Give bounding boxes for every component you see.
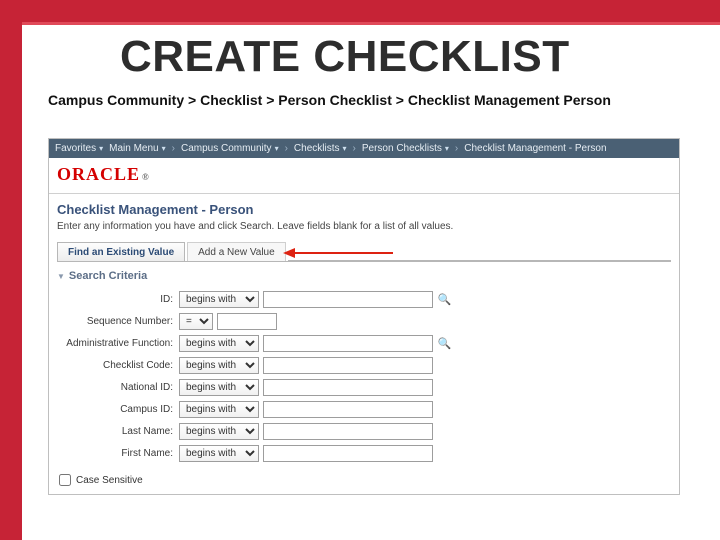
navigation-path: Campus Community > Checklist > Person Ch… bbox=[48, 92, 611, 108]
tab-row: Find an Existing Value Add a New Value bbox=[49, 242, 679, 261]
label-national-id: National ID: bbox=[57, 382, 179, 393]
op-campus-id[interactable]: begins with bbox=[179, 401, 259, 418]
tab-find-existing[interactable]: Find an Existing Value bbox=[57, 242, 185, 261]
registered-mark: ® bbox=[142, 172, 150, 182]
label-campus-id: Campus ID: bbox=[57, 404, 179, 415]
crumb-main-menu[interactable]: Main Menu ▾ bbox=[109, 143, 165, 154]
slide-accent-line bbox=[22, 22, 720, 25]
input-id[interactable] bbox=[263, 291, 433, 308]
page-title: Checklist Management - Person bbox=[49, 202, 679, 221]
crumb-label: Campus Community bbox=[181, 143, 272, 154]
crumb-separator: › bbox=[172, 143, 175, 154]
disclosure-triangle-icon: ▼ bbox=[57, 272, 65, 281]
case-sensitive-row: Case Sensitive bbox=[49, 468, 679, 494]
label-id: ID: bbox=[57, 294, 179, 305]
logo-row: ORACLE ® bbox=[49, 158, 679, 193]
slide-border-top bbox=[0, 0, 720, 22]
row-campus-id: Campus ID: begins with bbox=[57, 398, 671, 420]
tab-underline bbox=[288, 242, 671, 261]
crumb-favorites[interactable]: Favorites ▾ bbox=[55, 143, 103, 154]
input-last-name[interactable] bbox=[263, 423, 433, 440]
divider bbox=[49, 193, 679, 194]
op-admin-func[interactable]: begins with bbox=[179, 335, 259, 352]
search-form: ID: begins with 🔍 Sequence Number: = Adm… bbox=[49, 288, 679, 468]
case-sensitive-label: Case Sensitive bbox=[76, 475, 143, 486]
crumb-person-checklists[interactable]: Person Checklists ▾ bbox=[362, 143, 449, 154]
label-seq: Sequence Number: bbox=[57, 316, 179, 327]
crumb-checklist-management-person[interactable]: Checklist Management - Person bbox=[464, 143, 606, 154]
label-checklist-code: Checklist Code: bbox=[57, 360, 179, 371]
crumb-label: Main Menu bbox=[109, 143, 158, 154]
crumb-separator: › bbox=[353, 143, 356, 154]
row-sequence-number: Sequence Number: = bbox=[57, 310, 671, 332]
label-admin-func: Administrative Function: bbox=[57, 338, 179, 349]
crumb-label: Person Checklists bbox=[362, 143, 442, 154]
slide-border-left bbox=[0, 0, 22, 540]
tab-border bbox=[57, 261, 671, 262]
caret-down-icon: ▾ bbox=[275, 144, 279, 153]
op-national-id[interactable]: begins with bbox=[179, 379, 259, 396]
input-admin-func[interactable] bbox=[263, 335, 433, 352]
row-national-id: National ID: begins with bbox=[57, 376, 671, 398]
op-first-name[interactable]: begins with bbox=[179, 445, 259, 462]
op-last-name[interactable]: begins with bbox=[179, 423, 259, 440]
app-screenshot: Favorites ▾ Main Menu ▾ › Campus Communi… bbox=[48, 138, 680, 495]
case-sensitive-checkbox[interactable] bbox=[59, 474, 71, 486]
caret-down-icon: ▾ bbox=[162, 144, 166, 153]
crumb-checklists[interactable]: Checklists ▾ bbox=[294, 143, 347, 154]
caret-down-icon: ▾ bbox=[445, 144, 449, 153]
search-heading-label: Search Criteria bbox=[69, 270, 147, 282]
op-id[interactable]: begins with bbox=[179, 291, 259, 308]
input-checklist-code[interactable] bbox=[263, 357, 433, 374]
op-checklist-code[interactable]: begins with bbox=[179, 357, 259, 374]
tab-add-new[interactable]: Add a New Value bbox=[187, 242, 286, 261]
op-seq[interactable]: = bbox=[179, 313, 213, 330]
row-checklist-code: Checklist Code: begins with bbox=[57, 354, 671, 376]
logo-text: ORACLE bbox=[57, 164, 140, 185]
crumb-label: Favorites bbox=[55, 143, 96, 154]
search-criteria-header[interactable]: ▼ Search Criteria bbox=[49, 268, 155, 288]
caret-down-icon: ▾ bbox=[99, 144, 103, 153]
lookup-icon[interactable]: 🔍 bbox=[437, 292, 452, 307]
crumb-campus-community[interactable]: Campus Community ▾ bbox=[181, 143, 279, 154]
row-admin-function: Administrative Function: begins with 🔍 bbox=[57, 332, 671, 354]
input-national-id[interactable] bbox=[263, 379, 433, 396]
crumb-label: Checklists bbox=[294, 143, 340, 154]
input-first-name[interactable] bbox=[263, 445, 433, 462]
label-first-name: First Name: bbox=[57, 448, 179, 459]
crumb-separator: › bbox=[285, 143, 288, 154]
input-seq[interactable] bbox=[217, 313, 277, 330]
row-first-name: First Name: begins with bbox=[57, 442, 671, 464]
row-last-name: Last Name: begins with bbox=[57, 420, 671, 442]
crumb-label: Checklist Management - Person bbox=[464, 143, 606, 154]
input-campus-id[interactable] bbox=[263, 401, 433, 418]
page-subtitle: Enter any information you have and click… bbox=[49, 221, 679, 242]
breadcrumb-bar: Favorites ▾ Main Menu ▾ › Campus Communi… bbox=[49, 139, 679, 158]
lookup-icon[interactable]: 🔍 bbox=[437, 336, 452, 351]
row-id: ID: begins with 🔍 bbox=[57, 288, 671, 310]
slide-title: CREATE CHECKLIST bbox=[120, 32, 570, 82]
label-last-name: Last Name: bbox=[57, 426, 179, 437]
caret-down-icon: ▾ bbox=[343, 144, 347, 153]
oracle-logo: ORACLE ® bbox=[57, 164, 150, 185]
crumb-separator: › bbox=[455, 143, 458, 154]
